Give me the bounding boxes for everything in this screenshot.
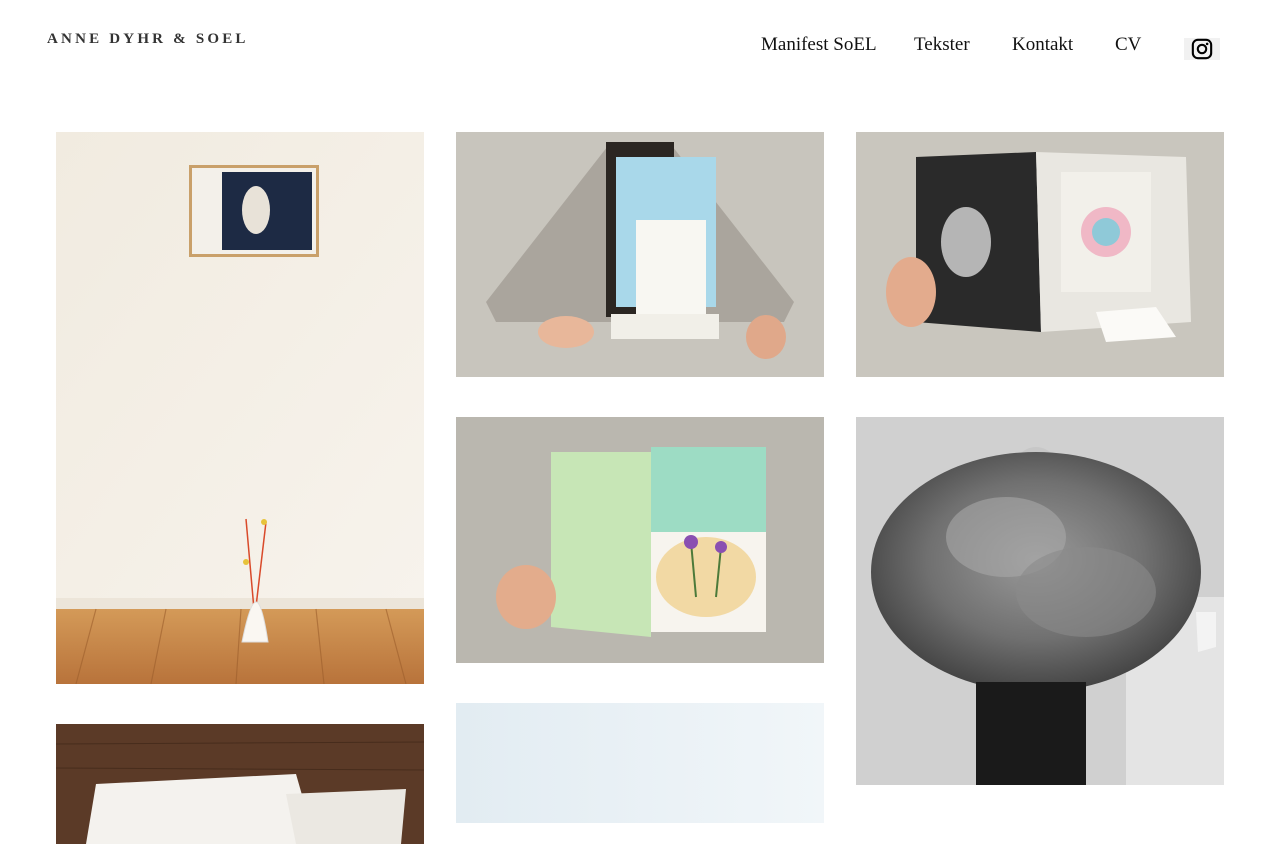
gallery-item-pale-sky[interactable]	[456, 703, 824, 823]
nav-manifest-soel[interactable]: Manifest SoEL	[761, 34, 877, 56]
gallery-item-woman-wool[interactable]	[856, 417, 1224, 785]
site-title[interactable]: ANNE DYHR & SOEL	[47, 31, 249, 48]
nav-tekster[interactable]: Tekster	[914, 34, 970, 56]
nav-cv[interactable]: CV	[1115, 34, 1141, 56]
gallery-item-framed-photo[interactable]	[56, 132, 424, 684]
instagram-icon	[1191, 38, 1213, 60]
gallery-item-folder-booklet[interactable]	[456, 132, 824, 377]
instagram-link[interactable]	[1184, 38, 1220, 60]
gallery-item-paper-table[interactable]	[56, 724, 424, 844]
gallery-item-green-book[interactable]	[456, 417, 824, 663]
nav-kontakt[interactable]: Kontakt	[1012, 34, 1073, 56]
gallery-item-open-book-photo[interactable]	[856, 132, 1224, 377]
